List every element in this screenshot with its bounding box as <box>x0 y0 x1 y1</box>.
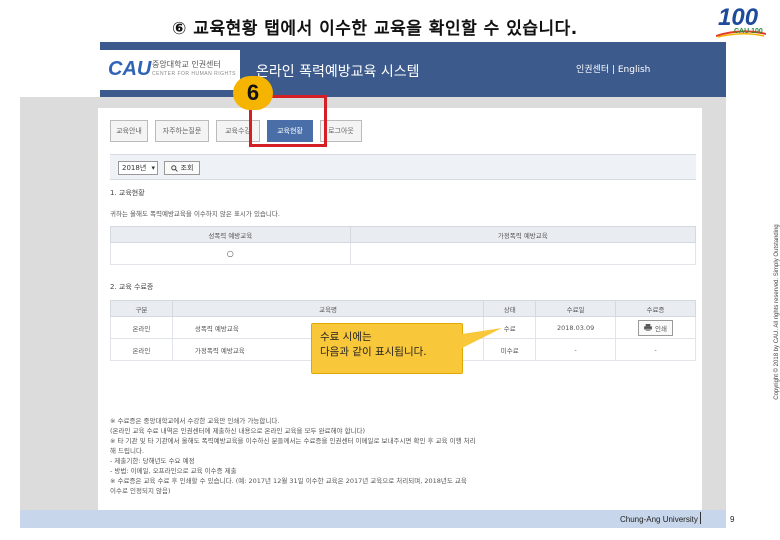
notice-line: 해 드립니다. <box>110 447 145 455</box>
site-header: CAU 중앙대학교 인권센터 CENTER FOR HUMAN RIGHTS 온… <box>20 42 726 97</box>
notice-line: ※ 수료증은 중앙대학교에서 수강한 교육만 인쇄가 가능합니다. <box>110 417 280 425</box>
page-number: 9 <box>730 515 735 524</box>
header-status: 상태 <box>483 300 537 317</box>
row-action: 인쇄 <box>615 316 696 339</box>
site-logo[interactable]: CAU 중앙대학교 인권센터 CENTER FOR HUMAN RIGHTS <box>100 50 240 90</box>
footer-org: Chung-Ang University <box>620 515 698 524</box>
system-title: 온라인 폭력예방교육 시스템 <box>256 64 420 80</box>
row-date: 2018.03.09 <box>535 316 617 339</box>
search-button[interactable]: 조회 <box>164 161 200 175</box>
col-sexual-violence: 성폭력 예방교육 <box>110 226 351 243</box>
language-links[interactable]: 인권센터 | English <box>576 62 650 75</box>
section1-heading: 1. 교육현황 <box>110 189 145 197</box>
status-sexual-violence: ○ <box>110 242 351 265</box>
footer-divider <box>700 512 701 524</box>
notice-line: 이수로 인정되지 않음) <box>110 487 171 495</box>
website-screenshot: CAU 중앙대학교 인권센터 CENTER FOR HUMAN RIGHTS 온… <box>20 42 726 528</box>
notice-line: ※ 수료증은 교육 수료 후 인쇄할 수 있습니다. (예: 2017년 12월… <box>110 477 467 485</box>
year-select[interactable]: 2018년 <box>118 161 158 175</box>
search-icon <box>170 164 178 172</box>
notice-line: - 방법: 이메일, 오프라인으로 교육 이수증 제출 <box>110 467 237 475</box>
section2-heading: 2. 교육 수료증 <box>110 283 154 291</box>
cau-100-logo: 100 CAU 100 <box>714 4 774 44</box>
row-type: 온라인 <box>110 338 173 361</box>
step-badge: 6 <box>233 76 273 110</box>
brand-short: CAU <box>108 58 152 80</box>
logo-tagline: CAU 100 <box>734 28 763 35</box>
copyright-vertical: Copyright © 2018 by CAU. All rights rese… <box>762 92 780 532</box>
notice-line: - 제출기한: 당해년도 수요 예정 <box>110 457 195 465</box>
header-course-name: 교육명 <box>171 300 485 317</box>
header-type: 구분 <box>110 300 173 317</box>
brand-name-en: CENTER FOR HUMAN RIGHTS <box>152 71 236 77</box>
callout-line-1: 수료 시에는 <box>320 331 372 343</box>
copyright-text: Copyright © 2018 by CAU. All rights rese… <box>774 224 780 400</box>
tab-faq[interactable]: 자주하는질문 <box>155 120 209 142</box>
print-label: 인쇄 <box>655 324 668 333</box>
tab-edu-guide[interactable]: 교육안내 <box>110 120 148 142</box>
status-domestic-violence <box>349 242 697 265</box>
slide-title: ⑥ 교육현황 탭에서 이수한 교육을 확인할 수 있습니다. <box>172 19 578 39</box>
header-date: 수료일 <box>535 300 617 317</box>
notice-line: ※ 타 기관 및 타 기관에서 올해도 폭력예방교육을 이수하신 분들께서는 수… <box>110 437 476 445</box>
row-date: - <box>535 338 617 361</box>
notice-line: (온라인 교육 수료 내역은 인권센터에 제출하신 내용으로 온라인 교육을 모… <box>110 427 366 435</box>
col-domestic-violence: 가정폭력 예방교육 <box>349 226 697 243</box>
row-action: - <box>615 338 696 361</box>
brand-name-ko: 중앙대학교 인권센터 <box>152 60 221 69</box>
callout-line-2: 다음과 같이 표시됩니다. <box>320 346 427 358</box>
print-button[interactable]: 인쇄 <box>638 319 674 336</box>
notice-list: ※ 수료증은 중앙대학교에서 수강한 교육만 인쇄가 가능합니다. (온라인 교… <box>110 416 690 496</box>
section1-desc: 귀하는 올해도 폭력예방교육을 이수하지 않은 표시가 있습니다. <box>110 210 280 218</box>
status-table: 성폭력 예방교육 가정폭력 예방교육 ○ <box>110 226 697 265</box>
filter-bar: 2018년 조회 <box>110 154 696 180</box>
printer-icon <box>644 324 652 331</box>
search-label: 조회 <box>180 164 194 172</box>
callout-box: 수료 시에는 다음과 같이 표시됩니다. <box>311 323 463 374</box>
content-area: 교육안내 자주하는질문 교육수강 교육현황 로그아웃 2018년 조회 1. 교… <box>98 108 702 522</box>
callout-pointer-icon <box>462 328 502 348</box>
row-type: 온라인 <box>110 316 173 339</box>
header-certificate: 수료증 <box>615 300 696 317</box>
